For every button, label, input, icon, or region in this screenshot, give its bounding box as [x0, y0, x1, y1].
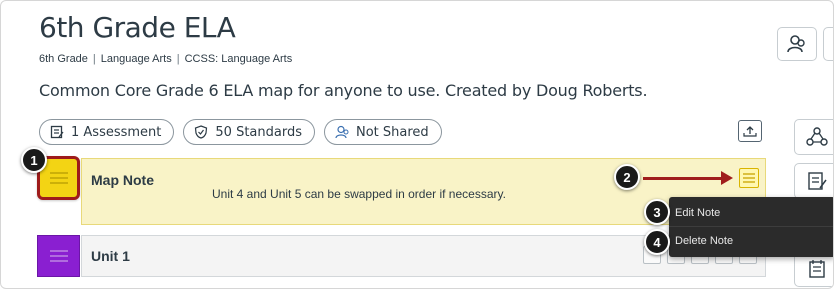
breadcrumb-separator: | [92, 53, 96, 65]
map-note-text: Unit 4 and Unit 5 can be swapped in orde… [212, 187, 506, 201]
export-button[interactable] [738, 120, 762, 142]
assessment-icon [807, 172, 827, 190]
breadcrumb-subject: Language Arts [100, 53, 172, 65]
note-lines-icon [49, 172, 68, 184]
rail-hierarchy-button[interactable] [794, 119, 833, 155]
upload-icon [743, 126, 757, 137]
rail-assessment-button[interactable] [794, 163, 833, 199]
map-note-menu-button[interactable] [739, 168, 759, 188]
sharing-pill[interactable]: Not Shared [323, 119, 442, 145]
standards-pill-label: 50 Standards [215, 124, 302, 140]
callout-1: 1 [21, 147, 47, 173]
more-header-button[interactable] [823, 27, 833, 61]
callout-3: 3 [644, 199, 670, 225]
assessments-pill[interactable]: 1 Assessment [39, 119, 175, 145]
assessment-icon [50, 125, 64, 139]
note-icon [808, 260, 825, 278]
shield-check-icon [194, 125, 208, 139]
breadcrumb-standard-set: CCSS: Language Arts [184, 53, 293, 65]
sharing-pill-label: Not Shared [355, 124, 429, 140]
users-icon [787, 35, 805, 53]
collaborators-button[interactable] [777, 27, 817, 61]
breadcrumb: 6th Grade | Language Arts | CCSS: Langua… [39, 53, 292, 65]
page-frame: 6th Grade ELA 6th Grade | Language Arts … [0, 0, 834, 289]
hierarchy-icon [805, 127, 828, 146]
delete-note-menu-item[interactable]: Delete Note [669, 227, 833, 255]
unit-color-badge[interactable] [37, 235, 80, 277]
hamburger-icon [743, 173, 755, 183]
share-user-icon [335, 125, 349, 139]
map-description: Common Core Grade 6 ELA map for anyone t… [39, 81, 648, 100]
callout-2: 2 [614, 164, 640, 190]
unit-title: Unit 1 [91, 248, 130, 264]
map-stats-pills: 1 Assessment 50 Standards Not Shared [39, 119, 442, 145]
annotation-arrow-head [721, 171, 733, 185]
assessments-pill-label: 1 Assessment [71, 124, 162, 140]
annotation-arrow-line [643, 177, 723, 180]
unit-lines-icon [49, 250, 68, 262]
note-options-menu: Edit Note Delete Note [669, 197, 833, 257]
standards-pill[interactable]: 50 Standards [183, 119, 315, 145]
callout-4: 4 [644, 229, 670, 255]
breadcrumb-separator: | [176, 53, 180, 65]
map-note-title: Map Note [91, 172, 154, 188]
page-title: 6th Grade ELA [39, 11, 236, 44]
breadcrumb-grade: 6th Grade [39, 53, 88, 65]
edit-note-menu-item[interactable]: Edit Note [669, 199, 833, 227]
